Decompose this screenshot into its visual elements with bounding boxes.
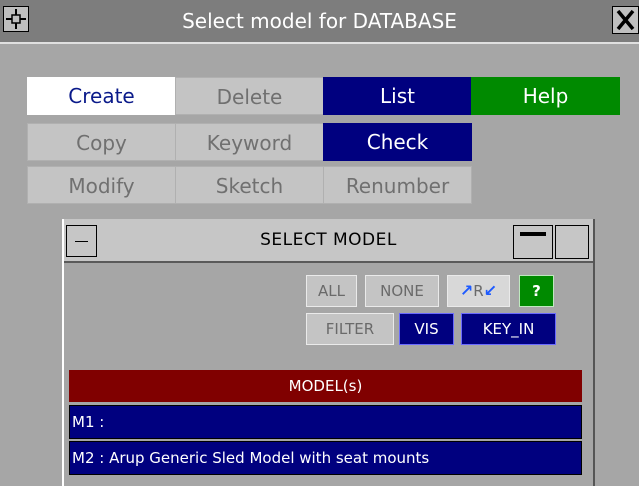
- select-model-titlebar[interactable]: SELECT MODEL: [64, 219, 593, 263]
- none-button[interactable]: NONE: [365, 275, 439, 307]
- all-button[interactable]: ALL: [306, 275, 357, 307]
- create-button[interactable]: Create: [27, 77, 176, 115]
- copy-button[interactable]: Copy: [27, 123, 176, 161]
- arrow-down-icon: ↙: [483, 281, 498, 300]
- sketch-button[interactable]: Sketch: [175, 166, 324, 204]
- reverse-label: R: [473, 282, 484, 300]
- title-bar[interactable]: Select model for DATABASE: [0, 0, 639, 44]
- select-model-window: Select model for DATABASE Create Delete …: [0, 0, 639, 486]
- list-button[interactable]: List: [323, 77, 472, 115]
- model-row-m1[interactable]: M1 :: [69, 405, 582, 439]
- filter-button[interactable]: FILTER: [306, 313, 394, 345]
- vis-button[interactable]: VIS: [399, 313, 454, 345]
- modify-button[interactable]: Modify: [27, 166, 176, 204]
- key-in-button[interactable]: KEY_IN: [461, 313, 556, 345]
- reverse-selection-button[interactable]: ↗R↙: [447, 275, 510, 307]
- maximize-icon[interactable]: [555, 225, 589, 259]
- close-icon[interactable]: [612, 6, 639, 34]
- models-list-header: MODEL(s): [69, 370, 582, 402]
- question-button[interactable]: ?: [519, 275, 554, 307]
- help-button[interactable]: Help: [471, 77, 620, 115]
- window-title: Select model for DATABASE: [182, 9, 457, 33]
- keyword-button[interactable]: Keyword: [175, 123, 324, 161]
- check-button[interactable]: Check: [323, 123, 472, 161]
- minimize-icon[interactable]: [513, 225, 553, 259]
- model-row-m2[interactable]: M2 : Arup Generic Sled Model with seat m…: [69, 441, 582, 475]
- renumber-button[interactable]: Renumber: [323, 166, 472, 204]
- arrow-up-icon: ↗: [459, 281, 474, 300]
- delete-button[interactable]: Delete: [175, 77, 324, 115]
- move-icon[interactable]: [3, 6, 29, 32]
